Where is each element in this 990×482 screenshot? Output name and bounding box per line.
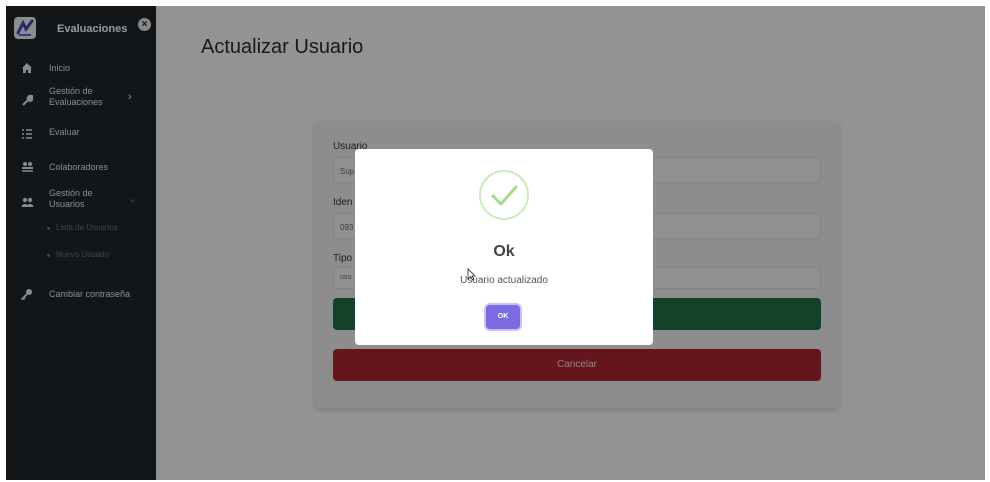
ok-button[interactable]: OK bbox=[486, 305, 520, 329]
mouse-cursor-icon bbox=[467, 268, 476, 286]
modal-title: Ok bbox=[493, 243, 515, 260]
success-check-icon bbox=[479, 170, 529, 220]
modal-message: Usuario actualizado bbox=[460, 275, 548, 286]
app-frame: Evaluaciones × Inicio Gestión de Evaluac… bbox=[6, 6, 985, 480]
success-modal: Ok Usuario actualizado OK bbox=[355, 149, 653, 345]
